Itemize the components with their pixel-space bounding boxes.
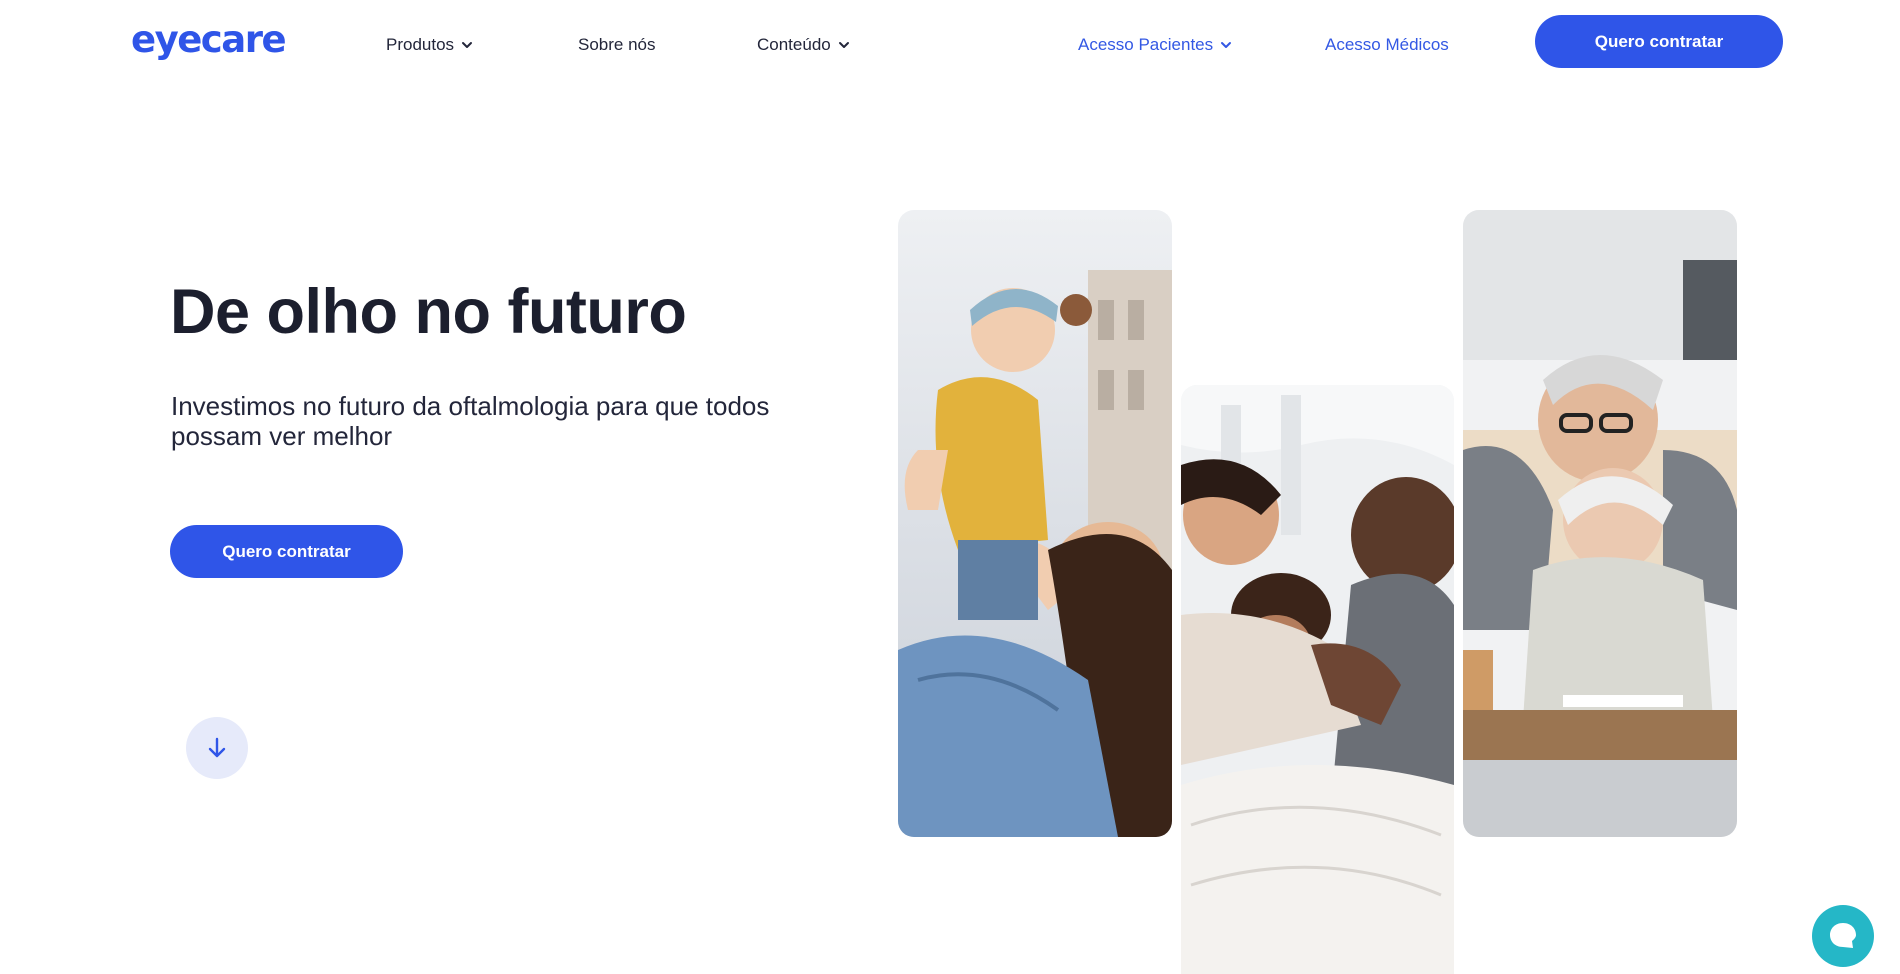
nav-acesso-medicos-label: Acesso Médicos (1325, 35, 1449, 54)
hero-subtitle: Investimos no futuro da oftalmologia par… (171, 391, 770, 451)
nav-conteudo-label: Conteúdo (757, 35, 831, 54)
chevron-down-icon (1221, 42, 1232, 48)
chevron-down-icon (462, 42, 473, 48)
chat-button[interactable] (1812, 905, 1874, 967)
nav-acesso-medicos[interactable]: Acesso Médicos (1325, 35, 1449, 55)
chat-bubble-icon (1830, 923, 1856, 948)
nav-conteudo[interactable]: Conteúdo (757, 35, 851, 55)
nav-produtos-label: Produtos (386, 35, 455, 54)
mother-lifting-baby-photo (898, 210, 1172, 837)
site-header: eyecare Produtos Sobre nós Conteúdo Aces… (0, 0, 1900, 92)
chevron-down-icon (838, 42, 849, 48)
nav-acesso-pacientes[interactable]: Acesso Pacientes (1078, 35, 1233, 55)
hero-contratar-button[interactable]: Quero contratar (170, 525, 403, 578)
nav-sobre-nos-label: Sobre nós (578, 35, 656, 54)
arrow-down-icon (208, 737, 226, 758)
grandparents-hugging-photo (1463, 210, 1737, 837)
hero-title: De olho no futuro (170, 277, 687, 347)
family-laughing-on-bed-photo (1181, 385, 1454, 974)
nav-produtos[interactable]: Produtos (386, 35, 474, 55)
eyecare-logo[interactable]: eyecare (131, 18, 287, 61)
nav-sobre-nos[interactable]: Sobre nós (578, 35, 656, 55)
nav-acesso-pacientes-label: Acesso Pacientes (1078, 35, 1214, 54)
header-contratar-button[interactable]: Quero contratar (1535, 15, 1783, 68)
scroll-down-button[interactable] (186, 717, 248, 779)
